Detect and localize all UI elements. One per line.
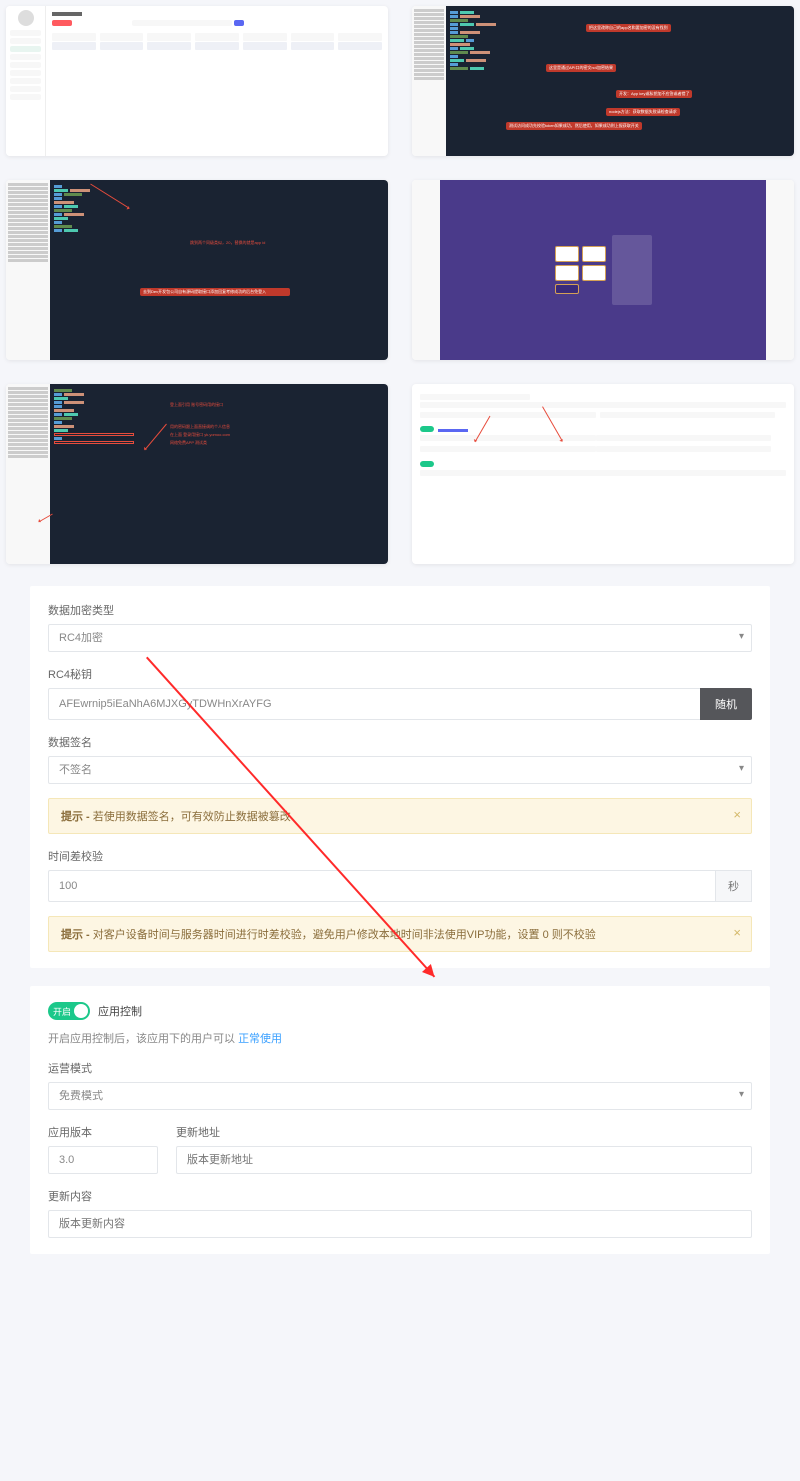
close-icon[interactable]: × — [733, 925, 741, 940]
app-control-toggle-row: 开启 应用控制 — [48, 1002, 752, 1020]
thumb-admin-panel — [6, 6, 388, 156]
thumb-ide-dark: 把这里改称自己的app名和要加密的没有找到 这里是通过API口的密文rc4加密结… — [412, 6, 794, 156]
app-control-title: 应用控制 — [98, 1003, 142, 1019]
encrypt-type-group: 数据加密类型 RC4加密 — [48, 602, 752, 652]
rc4-key-input[interactable] — [48, 688, 700, 720]
thumb-ide-login: 登上面引用 账号密码用的接口 用的密码跟上面直接调的个人信息 在上面 登录用接口… — [6, 384, 388, 564]
rc4-key-label: RC4秘钥 — [48, 666, 752, 682]
alert-text: 若使用数据签名，可有效防止数据被篡改 — [93, 811, 291, 823]
update-content-label: 更新内容 — [48, 1188, 752, 1204]
mode-select[interactable]: 免费模式 — [48, 1082, 752, 1110]
normal-use-link[interactable]: 正常使用 — [238, 1033, 282, 1045]
timestamp-alert: 提示 - 对客户设备时间与服务器时间进行时差校验，避免用户修改本地时间非法使用V… — [48, 916, 752, 952]
encryption-card: 数据加密类型 RC4加密 RC4秘钥 随机 数据签名 不签名 提示 — [30, 586, 770, 968]
thumb-designer — [412, 180, 794, 360]
thumb-form-panel — [412, 384, 794, 564]
update-content-group: 更新内容 — [48, 1188, 752, 1238]
update-content-input[interactable] — [48, 1210, 752, 1238]
settings-form-wrap: 数据加密类型 RC4加密 RC4秘钥 随机 数据签名 不签名 提示 — [0, 570, 800, 1302]
app-control-toggle[interactable]: 开启 — [48, 1002, 90, 1020]
screenshot-gallery: 把这里改称自己的app名和要加密的没有找到 这里是通过API口的密文rc4加密结… — [0, 0, 800, 570]
encrypt-type-select[interactable]: RC4加密 — [48, 624, 752, 652]
version-input[interactable] — [48, 1146, 158, 1174]
app-control-desc: 开启应用控制后，该应用下的用户可以 正常使用 — [48, 1030, 752, 1046]
mode-group: 运营模式 免费模式 — [48, 1060, 752, 1110]
alert-prefix: 提示 - — [61, 811, 93, 823]
rc4-key-group: RC4秘钥 随机 — [48, 666, 752, 720]
version-label: 应用版本 — [48, 1124, 158, 1140]
timestamp-label: 时间差校验 — [48, 848, 752, 864]
sign-label: 数据签名 — [48, 734, 752, 750]
update-url-group: 更新地址 — [176, 1124, 752, 1174]
sign-group: 数据签名 不签名 — [48, 734, 752, 784]
timestamp-input[interactable] — [48, 870, 715, 902]
mode-label: 运营模式 — [48, 1060, 752, 1076]
close-icon[interactable]: × — [733, 807, 741, 822]
update-url-input[interactable] — [176, 1146, 752, 1174]
sign-select[interactable]: 不签名 — [48, 756, 752, 784]
sign-alert: 提示 - 若使用数据签名，可有效防止数据被篡改 × — [48, 798, 752, 834]
encrypt-type-label: 数据加密类型 — [48, 602, 752, 618]
thumb-ide-appid: 跳到两个同级类似，20，替换的就是app id 去到Dev开发包公司自有源码提取… — [6, 180, 388, 360]
version-group: 应用版本 — [48, 1124, 158, 1174]
timestamp-unit: 秒 — [715, 870, 752, 902]
alert-prefix: 提示 - — [61, 929, 93, 941]
timestamp-group: 时间差校验 秒 — [48, 848, 752, 902]
app-control-card: 开启 应用控制 开启应用控制后，该应用下的用户可以 正常使用 运营模式 免费模式… — [30, 986, 770, 1254]
alert-text: 对客户设备时间与服务器时间进行时差校验，避免用户修改本地时间非法使用VIP功能，… — [93, 929, 596, 941]
random-button[interactable]: 随机 — [700, 688, 752, 720]
update-url-label: 更新地址 — [176, 1124, 752, 1140]
